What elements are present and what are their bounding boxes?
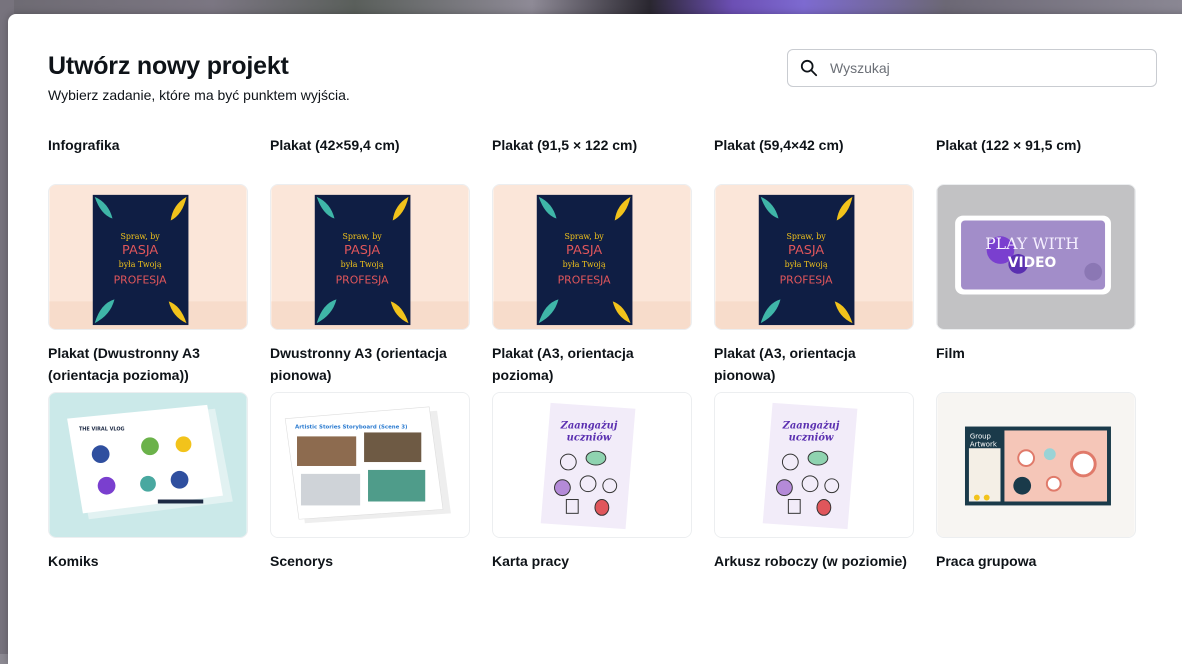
group-work-text: Artwork [970, 440, 997, 448]
template-card-arkusz-roboczy[interactable]: Zaangażuj uczniów [714, 392, 914, 538]
template-title[interactable]: Scenorys [270, 550, 470, 572]
template-title[interactable]: Plakat (A3, orientacja pozioma) [492, 342, 692, 386]
search-input[interactable] [828, 59, 1132, 77]
poster-text: PASJA [122, 243, 158, 258]
video-thumbnail: PLAY WITH VIDEO [937, 185, 1135, 329]
worksheet-text: Zaangażuj [560, 421, 618, 432]
template-title[interactable]: Arkusz roboczy (w poziomie) [714, 550, 914, 572]
template-label-plakat-59[interactable]: Plakat (59,4×42 cm) [714, 137, 844, 153]
poster-text: była Twoją [563, 260, 606, 269]
poster-text: PASJA [344, 243, 380, 258]
template-title[interactable]: Komiks [48, 550, 248, 572]
poster-thumbnail: Spraw, by PASJA była Twoją PROFESJA [271, 185, 469, 329]
template-title[interactable]: Plakat (Dwustronny A3 (orientacja poziom… [48, 342, 248, 386]
worksheet-text: Zaangażuj [782, 421, 840, 432]
template-card-poster-a3-portrait[interactable]: Spraw, by PASJA była Twoją PROFESJA [714, 184, 914, 330]
worksheet-thumbnail: Zaangażuj uczniów [715, 393, 913, 537]
template-label-plakat-122[interactable]: Plakat (122 × 91,5 cm) [936, 137, 1081, 153]
poster-text: była Twoją [119, 260, 162, 269]
worksheet-text: uczniów [789, 432, 834, 443]
poster-text: była Twoją [785, 260, 828, 269]
search-icon [800, 59, 818, 77]
video-text: PLAY WITH [985, 234, 1079, 253]
poster-thumbnail: Spraw, by PASJA była Twoją PROFESJA [715, 185, 913, 329]
template-card-scenorys[interactable]: Artistic Stories Storyboard (Scene 3) [270, 392, 470, 538]
poster-text: PROFESJA [558, 274, 612, 287]
template-label-plakat-42[interactable]: Plakat (42×59,4 cm) [270, 137, 400, 153]
template-card-karta-pracy[interactable]: Zaangażuj uczniów [492, 392, 692, 538]
poster-text: była Twoją [341, 260, 384, 269]
dialog-title: Utwórz nowy projekt [48, 52, 289, 80]
template-card-komiks[interactable]: THE VIRAL VLOG [48, 392, 248, 538]
template-card-praca-grupowa[interactable]: Group Artwork [936, 392, 1136, 538]
poster-thumbnail: Spraw, by PASJA była Twoją PROFESJA [493, 185, 691, 329]
template-title[interactable]: Dwustronny A3 (orientacja pionowa) [270, 342, 470, 386]
template-title[interactable]: Plakat (A3, orientacja pionowa) [714, 342, 914, 386]
template-card-poster-a3-landscape[interactable]: Spraw, by PASJA była Twoją PROFESJA [492, 184, 692, 330]
worksheet-thumbnail: Zaangażuj uczniów [493, 393, 691, 537]
template-label-plakat-91[interactable]: Plakat (91,5 × 122 cm) [492, 137, 637, 153]
poster-text: Spraw, by [121, 232, 161, 241]
template-title[interactable]: Praca grupowa [936, 550, 1136, 572]
poster-text: PROFESJA [780, 274, 834, 287]
template-label-infografika[interactable]: Infografika [48, 137, 120, 153]
poster-thumbnail: Spraw, by PASJA była Twoją PROFESJA [49, 185, 247, 329]
poster-text: PROFESJA [114, 274, 168, 287]
background-strip [0, 0, 1182, 14]
storyboard-text: Artistic Stories Storyboard (Scene 3) [295, 425, 407, 431]
create-project-dialog: Utwórz nowy projekt Wybierz zadanie, któ… [8, 14, 1182, 664]
template-title[interactable]: Film [936, 342, 1136, 364]
poster-text: PROFESJA [336, 274, 390, 287]
group-work-thumbnail: Group Artwork [937, 393, 1135, 537]
template-card-double-a3-portrait[interactable]: Spraw, by PASJA była Twoją PROFESJA [270, 184, 470, 330]
storyboard-thumbnail: Artistic Stories Storyboard (Scene 3) [271, 393, 469, 537]
poster-text: Spraw, by [343, 232, 383, 241]
template-card-poster-a3-landscape-double[interactable]: Spraw, by PASJA była Twoją PROFESJA [48, 184, 248, 330]
poster-text: PASJA [788, 243, 824, 258]
comic-thumbnail: THE VIRAL VLOG [49, 393, 247, 537]
worksheet-text: uczniów [567, 432, 612, 443]
comic-text: THE VIRAL VLOG [79, 426, 125, 432]
template-card-film[interactable]: PLAY WITH VIDEO [936, 184, 1136, 330]
poster-text: PASJA [566, 243, 602, 258]
video-text: VIDEO [1008, 255, 1057, 271]
template-title[interactable]: Karta pracy [492, 550, 692, 572]
group-work-text: Group [970, 432, 991, 440]
poster-text: Spraw, by [787, 232, 827, 241]
search-box[interactable] [787, 49, 1157, 87]
poster-text: Spraw, by [565, 232, 605, 241]
dialog-subtitle: Wybierz zadanie, które ma być punktem wy… [48, 87, 350, 103]
